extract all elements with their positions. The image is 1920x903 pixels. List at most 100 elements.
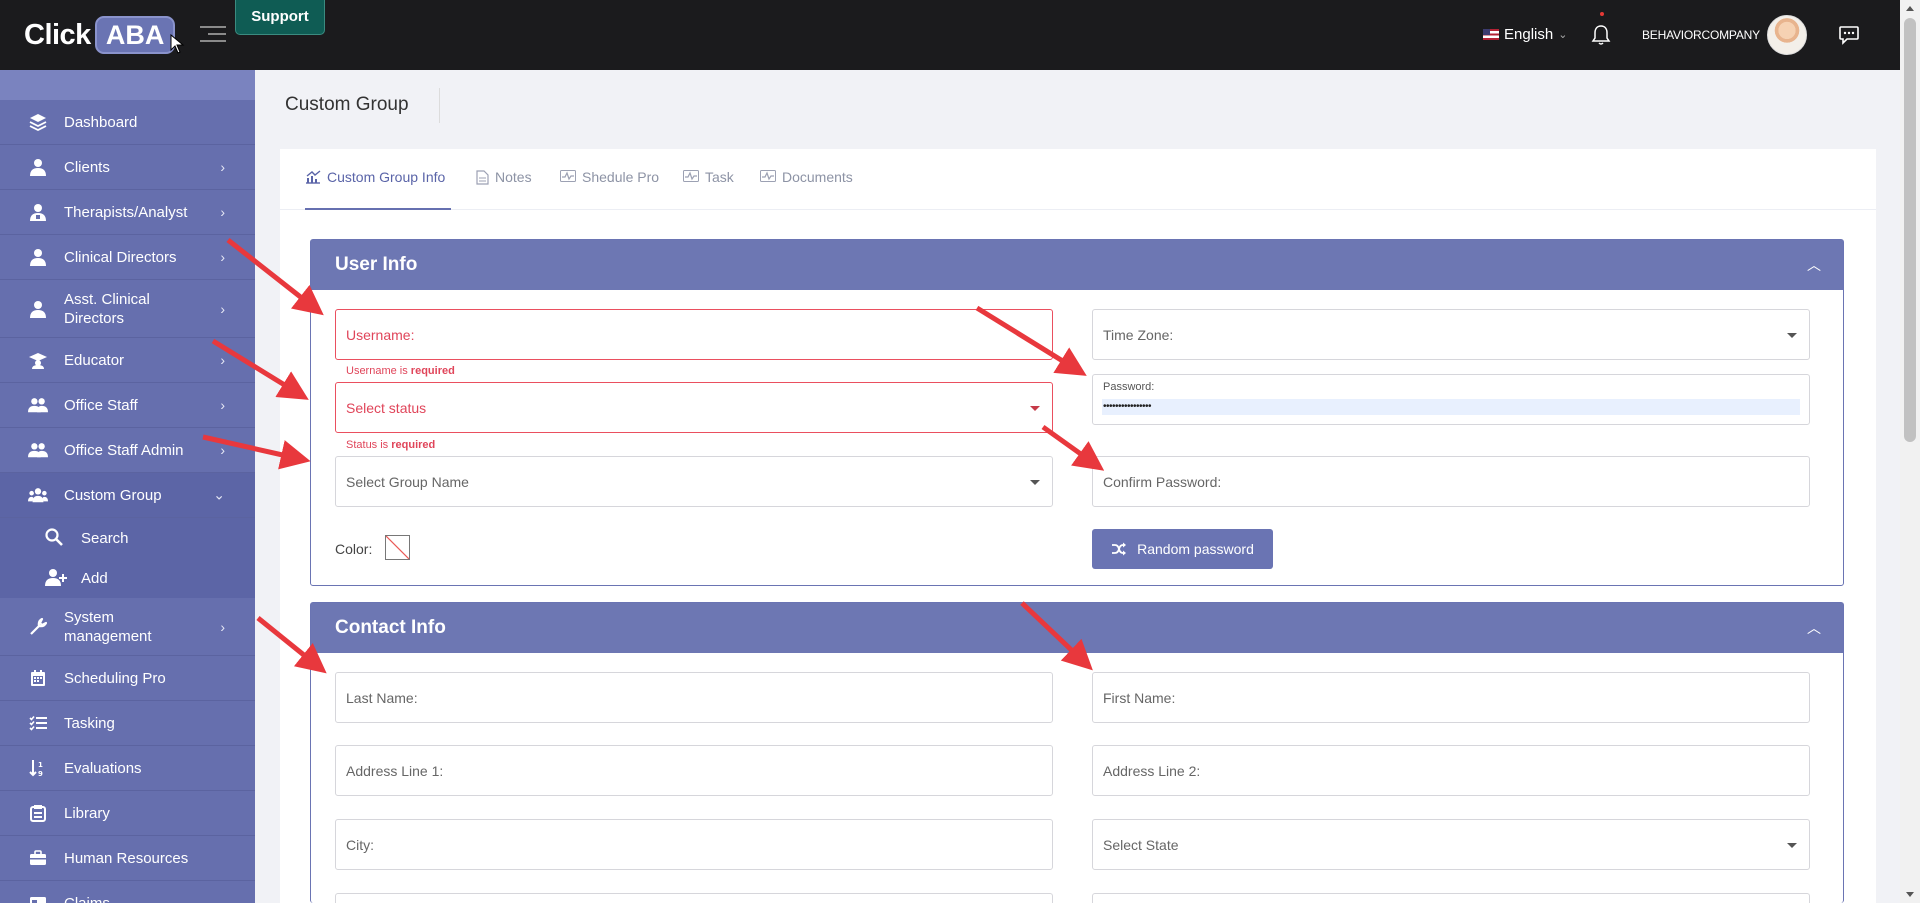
sidebar-item-custom-group[interactable]: Custom Group ⌄ xyxy=(0,473,255,518)
password-value: •••••••••••••••• xyxy=(1102,399,1800,415)
chat-icon[interactable] xyxy=(1838,25,1860,45)
confirm-password-field[interactable]: Confirm Password: xyxy=(1092,456,1810,507)
sidebar-item-system-management[interactable]: System management › xyxy=(0,598,255,656)
contact-info-header[interactable]: Contact Info ︿ xyxy=(311,603,1843,653)
app-logo[interactable]: Click ABA xyxy=(24,16,176,54)
tab-shedule-pro[interactable]: Shedule Pro xyxy=(560,169,659,210)
sidebar-item-label: Scheduling Pro xyxy=(64,669,166,687)
state-select[interactable]: Select State xyxy=(1092,819,1810,870)
sidebar-item-label: Clinical Directors xyxy=(64,248,177,266)
next-row-field[interactable] xyxy=(1092,893,1810,903)
library-icon xyxy=(28,803,48,823)
language-selector[interactable]: English ⌄ xyxy=(1483,26,1567,43)
chevron-right-icon: › xyxy=(220,618,225,635)
tab-label: Shedule Pro xyxy=(582,169,660,185)
sidebar-item-label: Claims xyxy=(64,894,110,903)
chevron-down-icon: ⌄ xyxy=(213,486,225,503)
sidebar-item-clients[interactable]: Clients › xyxy=(0,145,255,190)
sidebar-item-evaluations[interactable]: 19 Evaluations xyxy=(0,746,255,791)
menu-toggle-icon[interactable] xyxy=(200,26,226,46)
sidebar-subitem-add[interactable]: Add xyxy=(0,558,255,598)
status-placeholder: Select status xyxy=(346,400,427,416)
group-name-select[interactable]: Select Group Name xyxy=(335,456,1053,507)
tab-custom-group-info[interactable]: Custom Group Info xyxy=(305,169,451,210)
chevron-up-icon[interactable]: ︿ xyxy=(1807,240,1821,290)
sidebar-item-asst-clinical-directors[interactable]: Asst. Clinical Directors › xyxy=(0,280,255,338)
scroll-down-arrow-icon[interactable] xyxy=(1906,892,1914,897)
pulse-icon xyxy=(560,170,576,182)
first-name-field[interactable]: First Name: xyxy=(1092,672,1810,723)
scroll-up-arrow-icon[interactable] xyxy=(1906,6,1914,11)
tab-bar: Custom Group Info Notes Shedule Pro Task… xyxy=(280,149,1876,210)
sidebar-item-claims[interactable]: Claims xyxy=(0,881,255,903)
tab-task[interactable]: Task xyxy=(683,169,734,210)
language-label: English xyxy=(1504,26,1554,43)
sidebar-item-library[interactable]: Library xyxy=(0,791,255,836)
scroll-thumb[interactable] xyxy=(1904,18,1916,442)
timezone-select[interactable]: Time Zone: xyxy=(1092,309,1810,360)
user-info-header[interactable]: User Info ︿ xyxy=(311,240,1843,290)
next-row-field[interactable] xyxy=(335,893,1053,903)
bell-icon[interactable] xyxy=(1591,24,1611,46)
pulse-icon xyxy=(760,170,776,182)
top-bar: Click ABA Support English ⌄ BEHAVIORCOMP… xyxy=(0,0,1900,70)
sidebar-item-scheduling-pro[interactable]: Scheduling Pro xyxy=(0,656,255,701)
chevron-right-icon: › xyxy=(220,249,225,265)
layers-icon xyxy=(28,112,48,132)
address-line-1-placeholder: Address Line 1: xyxy=(346,763,444,779)
avatar[interactable] xyxy=(1767,15,1807,55)
caret-down-icon xyxy=(1030,406,1040,411)
chevron-right-icon: › xyxy=(220,397,225,413)
status-select[interactable]: Select status xyxy=(335,382,1053,433)
chart-icon xyxy=(306,170,321,184)
error-text: Status is xyxy=(346,439,392,451)
sidebar-item-label: System management xyxy=(64,608,152,645)
page-scrollbar[interactable] xyxy=(1900,0,1920,903)
sidebar-item-office-staff-admin[interactable]: Office Staff Admin › xyxy=(0,428,255,473)
sidebar-item-clinical-directors[interactable]: Clinical Directors › xyxy=(0,235,255,280)
sidebar-subitem-label: Add xyxy=(81,569,108,587)
svg-text:9: 9 xyxy=(38,770,43,777)
section-title: Contact Info xyxy=(335,617,446,638)
sidebar-item-educator[interactable]: Educator › xyxy=(0,338,255,383)
caret-down-icon xyxy=(1787,333,1797,338)
chevron-right-icon: › xyxy=(220,300,225,317)
therapist-icon xyxy=(28,202,48,222)
color-picker[interactable] xyxy=(385,535,410,560)
support-button[interactable]: Support xyxy=(235,0,325,35)
address-line-1-field[interactable]: Address Line 1: xyxy=(335,745,1053,796)
tab-documents[interactable]: Documents xyxy=(760,169,853,210)
custom-group-section: Custom Group ⌄ Search Add xyxy=(0,473,255,598)
sidebar-item-dashboard[interactable]: Dashboard xyxy=(0,100,255,145)
sidebar-item-label: Clients xyxy=(64,158,110,176)
sidebar-item-office-staff[interactable]: Office Staff › xyxy=(0,383,255,428)
chevron-right-icon: › xyxy=(220,442,225,458)
person-icon xyxy=(28,157,48,177)
tab-notes[interactable]: Notes xyxy=(476,169,532,210)
last-name-field[interactable]: Last Name: xyxy=(335,672,1053,723)
pulse-icon xyxy=(683,170,699,182)
search-icon xyxy=(45,528,65,548)
person-icon xyxy=(28,247,48,267)
tab-label: Custom Group Info xyxy=(327,169,446,185)
username-placeholder: Username: xyxy=(346,327,415,343)
shuffle-icon xyxy=(1112,542,1127,556)
chevron-up-icon[interactable]: ︿ xyxy=(1807,603,1821,653)
checklist-icon xyxy=(28,713,48,733)
address-line-2-field[interactable]: Address Line 2: xyxy=(1092,745,1810,796)
sidebar-subitem-search[interactable]: Search xyxy=(0,518,255,558)
sidebar-item-tasking[interactable]: Tasking xyxy=(0,701,255,746)
city-placeholder: City: xyxy=(346,837,374,853)
sidebar-item-therapists[interactable]: Therapists/Analyst › xyxy=(0,190,255,235)
city-field[interactable]: City: xyxy=(335,819,1053,870)
company-name[interactable]: BEHAVIORCOMPANY xyxy=(1642,28,1760,42)
caret-down-icon xyxy=(1787,843,1797,848)
chevron-right-icon: › xyxy=(220,352,225,368)
sidebar-item-human-resources[interactable]: Human Resources xyxy=(0,836,255,881)
timezone-placeholder: Time Zone: xyxy=(1103,327,1174,343)
username-field[interactable]: Username: xyxy=(335,309,1053,360)
sidebar-item-label: Asst. Clinical Directors xyxy=(64,290,150,327)
random-password-button[interactable]: Random password xyxy=(1092,529,1273,569)
sidebar-item-label: Human Resources xyxy=(64,849,189,867)
password-field[interactable]: Password: •••••••••••••••• xyxy=(1092,374,1810,425)
